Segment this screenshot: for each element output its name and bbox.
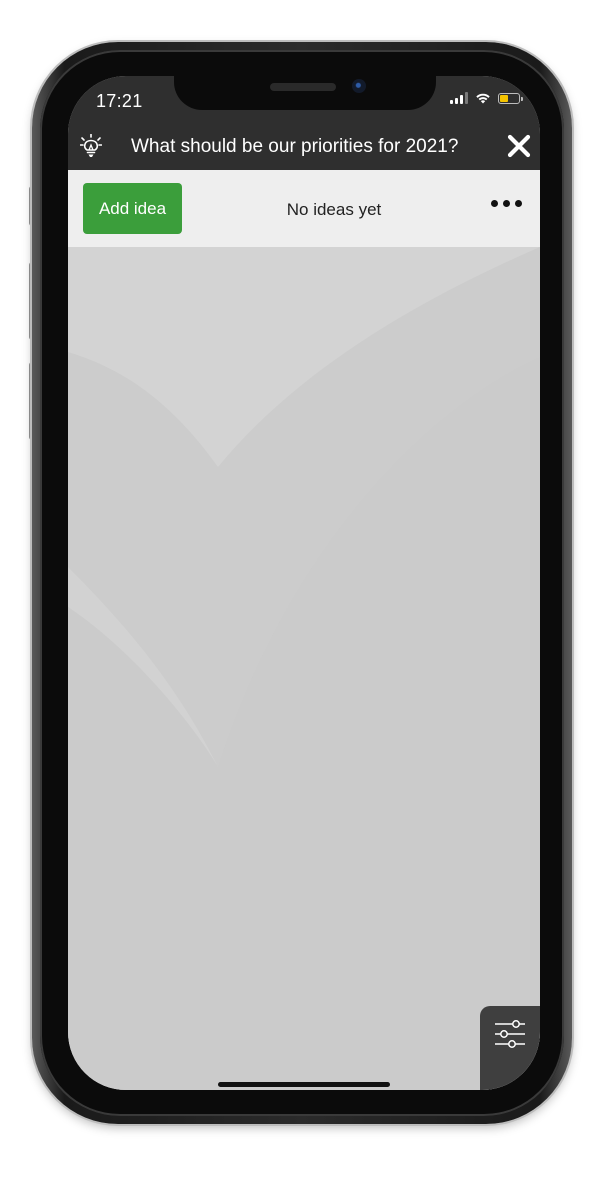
more-options-icon[interactable] — [491, 200, 522, 207]
toolbar: Add idea No ideas yet — [68, 170, 540, 247]
notch — [174, 76, 436, 110]
home-indicator — [218, 1082, 390, 1087]
battery-icon — [498, 92, 523, 104]
device-mockup: 17:21 What should be our priorities for … — [0, 0, 600, 1200]
status-time: 17:21 — [96, 91, 143, 111]
filter-button[interactable] — [480, 1006, 540, 1090]
cellular-signal-icon — [450, 92, 468, 104]
wifi-icon — [476, 93, 490, 104]
status-icons — [450, 92, 523, 104]
filter-sliders-icon — [495, 1020, 525, 1048]
page-title: What should be our priorities for 2021? — [131, 136, 459, 157]
speaker-grille — [270, 83, 336, 91]
lightbulb-icon — [80, 134, 102, 157]
ideas-canvas — [68, 247, 540, 1090]
front-camera — [352, 79, 366, 93]
app-header: What should be our priorities for 2021? — [68, 122, 540, 170]
status-bar: 17:21 — [68, 76, 540, 122]
phone-screen: 17:21 What should be our priorities for … — [68, 76, 540, 1090]
close-icon[interactable] — [506, 133, 532, 159]
background-decoration — [68, 247, 540, 1090]
ideas-status-text: No ideas yet — [286, 200, 382, 219]
battery-level — [500, 94, 508, 102]
